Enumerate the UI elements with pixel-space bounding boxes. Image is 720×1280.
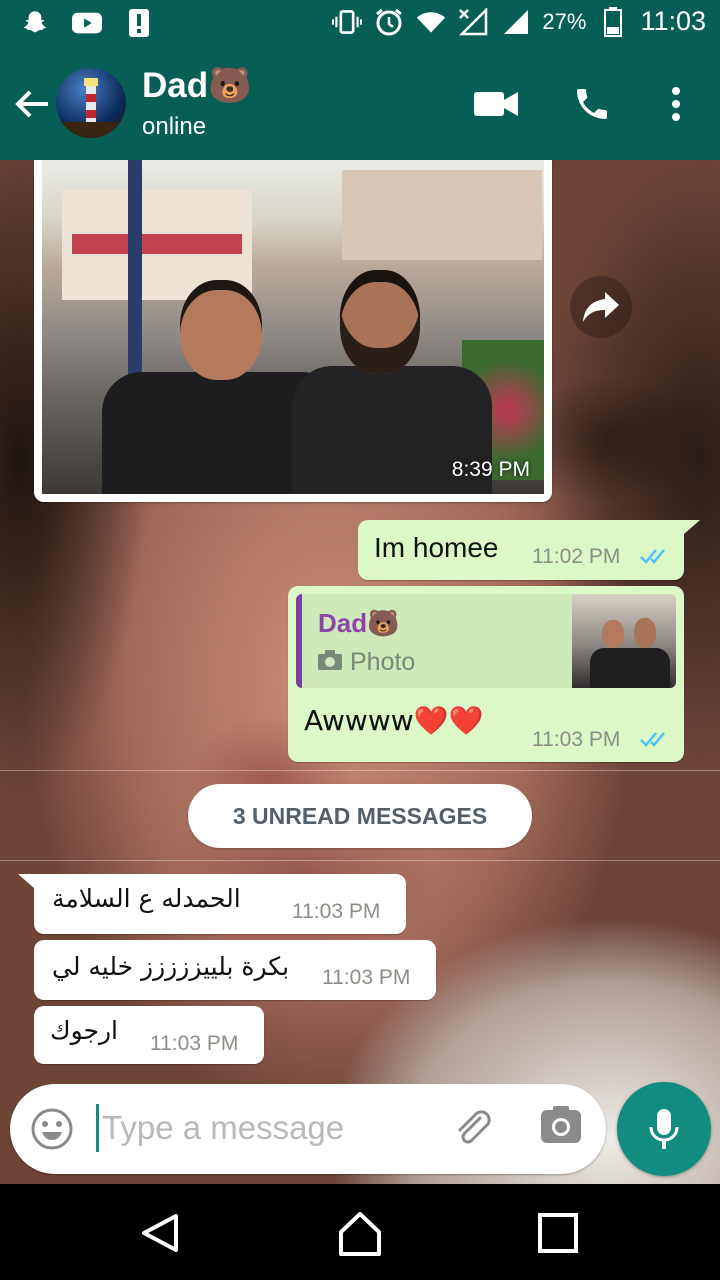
reply-message[interactable]: Dad🐻 Photo Awwww❤️❤️ 11:03 PM xyxy=(288,586,684,762)
navigation-bar xyxy=(0,1184,720,1280)
incoming-message[interactable]: الحمدله ع السلامة 11:03 PM xyxy=(18,874,406,934)
quoted-type: Photo xyxy=(318,648,415,677)
signal-icon xyxy=(500,7,530,37)
youtube-icon xyxy=(72,8,102,38)
clock: 11:03 xyxy=(640,6,706,36)
unread-messages-banner: 3 UNREAD MESSAGES xyxy=(188,784,532,848)
incoming-message[interactable]: بكرة بلييززززز خليه لي 11:03 PM xyxy=(34,940,436,1000)
photo-message[interactable]: 8:39 PM xyxy=(34,160,552,502)
wifi-icon xyxy=(416,7,446,37)
back-nav-icon[interactable] xyxy=(136,1208,186,1258)
status-bar: 27% 11:03 xyxy=(0,0,720,48)
signal-off-icon xyxy=(458,7,488,37)
message-text: بكرة بلييززززز خليه لي xyxy=(52,952,290,981)
divider xyxy=(0,770,720,771)
message-text: Awwww❤️❤️ xyxy=(304,704,484,737)
recents-nav-icon[interactable] xyxy=(533,1208,583,1258)
message-time: 11:03 PM xyxy=(150,1032,239,1055)
microphone-icon[interactable] xyxy=(617,1082,711,1176)
message-time: 11:02 PM xyxy=(532,545,621,568)
contact-avatar[interactable] xyxy=(56,68,126,138)
quoted-type-label: Photo xyxy=(350,648,416,676)
message-composer xyxy=(10,1084,606,1174)
alert-icon xyxy=(124,8,154,38)
quoted-sender: Dad🐻 xyxy=(318,608,400,638)
message-time: 11:03 PM xyxy=(322,966,411,989)
chat-header: Dad🐻 online xyxy=(0,48,720,160)
incoming-message[interactable]: ارجوك 11:03 PM xyxy=(34,1006,264,1064)
message-time: 11:03 PM xyxy=(292,900,381,923)
quote-bar xyxy=(296,594,302,688)
camera-small-icon xyxy=(318,648,342,677)
contact-name: Dad🐻 xyxy=(142,66,252,105)
more-options-icon[interactable] xyxy=(654,82,698,126)
divider xyxy=(0,860,720,861)
attach-icon[interactable] xyxy=(450,1106,494,1150)
vibrate-icon xyxy=(332,7,363,37)
quoted-message[interactable]: Dad🐻 Photo xyxy=(296,594,676,688)
alarm-icon xyxy=(374,7,404,37)
camera-icon[interactable] xyxy=(540,1106,584,1150)
bubble-tail xyxy=(684,520,700,534)
video-call-icon[interactable] xyxy=(474,82,518,126)
message-time: 11:03 PM xyxy=(532,728,621,751)
emoji-icon[interactable] xyxy=(30,1107,74,1151)
outgoing-message[interactable]: Im homee 11:02 PM xyxy=(358,520,700,580)
read-ticks-icon xyxy=(640,547,670,567)
message-text: الحمدله ع السلامة xyxy=(52,884,241,913)
read-ticks-icon xyxy=(640,730,670,750)
forward-icon[interactable] xyxy=(570,276,632,338)
photo-time: 8:39 PM xyxy=(451,458,530,481)
contact-info[interactable]: Dad🐻 online xyxy=(142,66,252,144)
voice-call-icon[interactable] xyxy=(570,82,614,126)
battery-icon xyxy=(598,6,628,37)
bubble-tail xyxy=(18,874,34,888)
battery-percent: 27% xyxy=(542,8,587,34)
message-text: Im homee xyxy=(374,532,499,563)
chat-area[interactable]: 8:39 PM Im homee 11:02 PM Dad🐻 Photo Aww… xyxy=(0,160,720,1184)
home-nav-icon[interactable] xyxy=(335,1208,385,1258)
snapchat-icon xyxy=(20,8,50,38)
shared-photo[interactable]: 8:39 PM xyxy=(42,160,544,494)
back-arrow-icon[interactable] xyxy=(12,84,52,124)
quoted-photo-thumbnail xyxy=(572,594,676,688)
message-input[interactable] xyxy=(96,1096,432,1160)
contact-status: online xyxy=(142,113,207,140)
message-text: ارجوك xyxy=(50,1016,118,1045)
